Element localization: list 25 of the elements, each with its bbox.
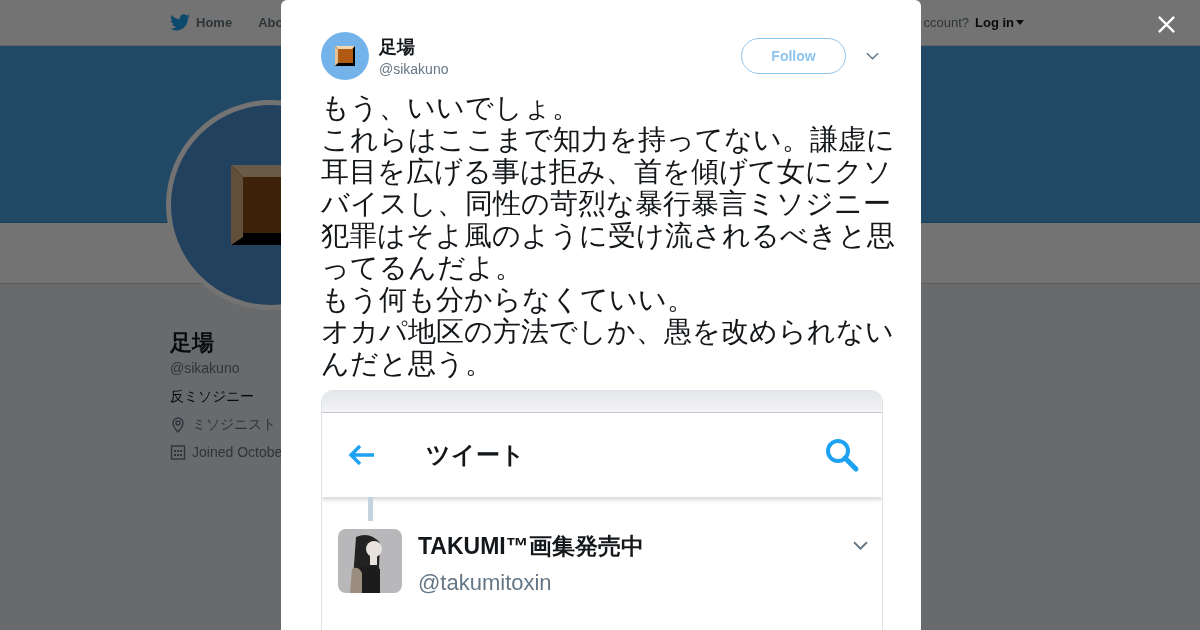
author-handle[interactable]: @sikakuno: [379, 61, 741, 77]
profile-name: 足場: [170, 329, 215, 357]
profile-handle: @sikakuno: [170, 360, 241, 376]
quoted-author-handle: @takumitoxin: [418, 570, 553, 596]
screen-title: ツイート: [426, 440, 526, 470]
location-pin-icon: [170, 417, 186, 433]
caret-icon: [1016, 20, 1024, 25]
author-avatar: [321, 32, 369, 80]
chevron-down-icon[interactable]: [866, 52, 879, 60]
account-prompt: ccount?: [923, 15, 969, 30]
tweet-text-line: これらはここまで知力を持ってない。謙虚に耳目を広げる事は拒み、首を傾げて女にクソバイスし、同性の苛烈な暴行暴言ミソジニー犯罪はそよ風のように受け流されるべきと思ってるんだよ。: [321, 124, 896, 284]
profile-bio: 反ミソジニー: [170, 388, 255, 406]
home-link[interactable]: Home: [196, 15, 233, 30]
profile-joined-date: Joined Octobe: [192, 444, 283, 460]
quoted-author-name: TAKUMI™画集発売中: [418, 532, 645, 561]
back-arrow-icon: [348, 444, 376, 466]
tweet-text-line: もう何も分からなくていい。: [321, 284, 696, 316]
login-link[interactable]: Log in: [975, 15, 1014, 30]
tweet-text-line: オカパ地区の方法でしか、愚を改められないんだと思う。: [321, 316, 895, 380]
tweet-text-line: もう、いいでしょ。: [321, 92, 581, 124]
author-name[interactable]: 足場: [379, 35, 741, 59]
close-icon[interactable]: [1157, 15, 1176, 34]
chevron-down-icon: [853, 541, 868, 550]
search-icon: [824, 437, 860, 473]
calendar-icon: [170, 444, 186, 460]
